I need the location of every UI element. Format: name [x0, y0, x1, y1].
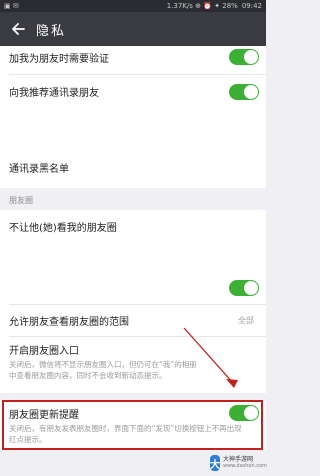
blacklist-label: 通讯录黑名单 [9, 164, 69, 175]
privacy-settings-group: 加我为朋友时需要验证 向我推荐通讯录朋友 [0, 46, 266, 165]
entrance-description: 关闭后，微信将不显示朋友圈入口，但仍可在“我”的相册中查看朋友圈内容，同时不会收… [9, 360, 197, 380]
status-indicators: 1.37K/s ⊕ ⏰ ✦ 28% [166, 2, 238, 10]
back-arrow-icon[interactable] [10, 21, 26, 37]
app-bar: 隐私 [0, 12, 266, 46]
divider [9, 336, 266, 337]
divider [9, 74, 266, 75]
watermark-text: 大神手游网 www.dashen.com [223, 456, 267, 470]
status-time: 09:42 [241, 2, 262, 10]
moments-toggle[interactable] [229, 280, 259, 296]
blacklist-row[interactable]: 通讯录黑名单 [0, 148, 266, 188]
entrance-label: 开启朋友圈入口 [9, 346, 79, 357]
update-reminder-label: 朋友圈更新提醒 [9, 410, 79, 421]
moments-settings-group: 不让他(她)看我的朋友圈 允许朋友查看朋友圈的范围 全部 开启朋友圈入口 [0, 210, 266, 373]
watermark: 大 大神手游网 www.dashen.com [210, 450, 267, 476]
verify-friend-toggle[interactable] [229, 49, 259, 65]
section-header-moments: 朋友圈 [9, 196, 33, 205]
update-reminder-toggle[interactable] [229, 405, 259, 421]
divider [9, 304, 266, 305]
recommend-contacts-label: 向我推荐通讯录朋友 [9, 88, 99, 99]
visible-range-label: 允许朋友查看朋友圈的范围 [9, 317, 129, 328]
status-bar: ▣ ✉ 1.37K/s ⊕ ⏰ ✦ 28% 09:42 [0, 0, 266, 12]
toggle-knob [244, 406, 258, 420]
verify-friend-row[interactable]: 加我为朋友时需要验证 [0, 46, 266, 68]
verify-friend-label: 加我为朋友时需要验证 [9, 54, 109, 65]
update-reminder-description: 关闭后，有朋友发表朋友圈时，界面下面的“发现”切换按钮上不再出现红点提示。 [9, 424, 242, 444]
update-reminder-row[interactable]: 朋友圈更新提醒 关闭后，有朋友发表朋友圈时，界面下面的“发现”切换按钮上不再出现… [0, 400, 266, 450]
watermark-url: www.dashen.com [223, 463, 267, 469]
toggle-knob [244, 85, 258, 99]
visible-range-value: 全部 [238, 316, 254, 325]
entrance-desc-row: 关闭后，微信将不显示朋友圈入口，但仍可在“我”的相册中查看朋友圈内容，同时不会收… [0, 360, 266, 393]
page-title: 隐私 [36, 24, 67, 39]
watermark-title: 大神手游网 [223, 456, 254, 463]
recommend-contacts-row[interactable]: 向我推荐通讯录朋友 [0, 76, 266, 112]
hide-from-row[interactable]: 不让他(她)看我的朋友圈 [0, 210, 266, 244]
toggle-only-row[interactable] [0, 276, 266, 302]
notification-icons: ▣ ✉ [4, 2, 19, 10]
toggle-knob [244, 281, 258, 295]
recommend-contacts-toggle[interactable] [229, 84, 259, 100]
toggle-knob [244, 50, 258, 64]
watermark-logo: 大 [210, 455, 220, 471]
visible-range-row[interactable]: 允许朋友查看朋友圈的范围 全部 [0, 306, 266, 334]
hide-from-label: 不让他(她)看我的朋友圈 [9, 223, 117, 234]
